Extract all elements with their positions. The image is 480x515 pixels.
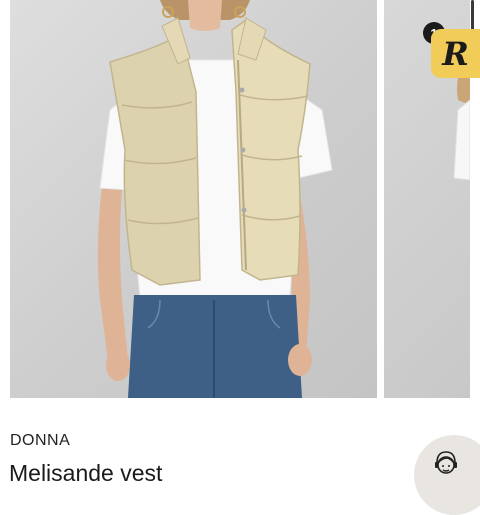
product-info: DONNA Melisande vest: [0, 400, 480, 515]
product-image-gallery[interactable]: [0, 0, 480, 400]
product-title: Melisande vest: [9, 460, 163, 486]
brand-logo-icon: R: [442, 34, 469, 73]
brand-label[interactable]: DONNA: [10, 432, 70, 450]
product-photo[interactable]: [10, 0, 377, 398]
support-agent-icon: [435, 451, 457, 474]
brand-fab-button[interactable]: R: [431, 29, 480, 78]
assistant-button[interactable]: [414, 435, 480, 515]
model-illustration: [97, 0, 333, 398]
